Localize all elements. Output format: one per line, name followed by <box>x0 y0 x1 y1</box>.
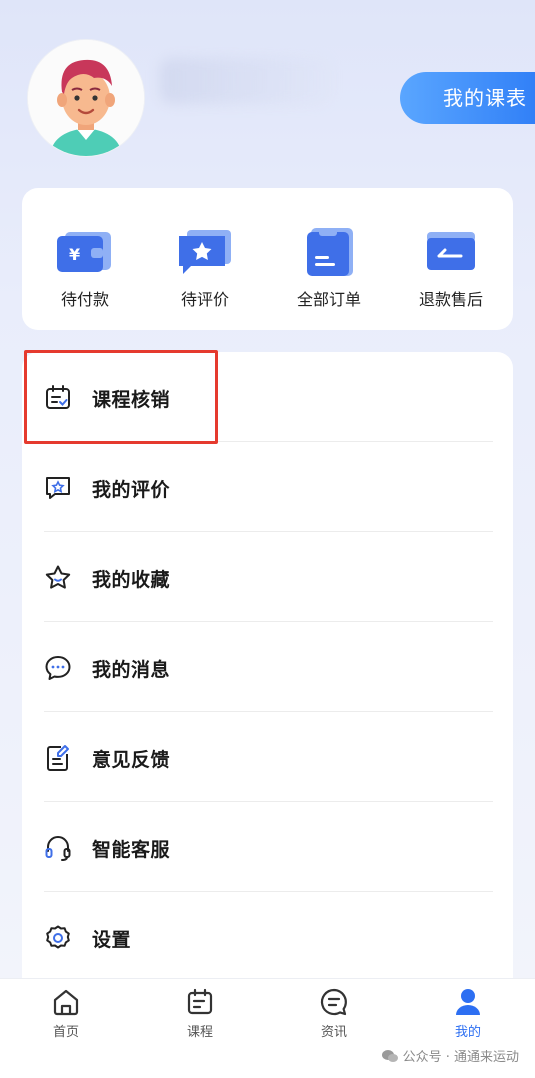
tab-mine[interactable]: 我的 <box>428 987 508 1040</box>
refund-card-icon <box>421 226 481 276</box>
menu-item-my-reviews[interactable]: 我的评价 <box>22 442 513 532</box>
menu-item-settings[interactable]: 设置 <box>22 892 513 982</box>
order-label: 待评价 <box>180 290 229 309</box>
username-obscured <box>160 58 330 104</box>
tab-home[interactable]: 首页 <box>26 987 106 1040</box>
menu-item-course-verify[interactable]: 课程核销 <box>22 352 513 442</box>
menu-item-messages[interactable]: 我的消息 <box>22 622 513 712</box>
user-icon <box>456 989 480 1015</box>
order-pending-payment[interactable]: ¥ 待付款 <box>24 188 146 330</box>
star-message-icon <box>44 474 72 502</box>
order-label: 全部订单 <box>296 290 361 309</box>
menu-item-favorites[interactable]: 我的收藏 <box>22 532 513 622</box>
avatar[interactable] <box>28 40 144 156</box>
menu-label: 我的收藏 <box>92 569 171 591</box>
clipboard-icon <box>299 226 359 276</box>
order-label: 退款售后 <box>418 290 483 309</box>
menu-label: 课程核销 <box>92 389 171 411</box>
gear-icon <box>44 924 72 952</box>
chat-dots-icon <box>44 654 72 682</box>
tab-news[interactable]: 资讯 <box>294 987 374 1040</box>
menu-item-customer-service[interactable]: 智能客服 <box>22 802 513 892</box>
order-card: ¥ 待付款 待评价 全部订单 退款售后 <box>22 188 513 330</box>
menu-label: 我的评价 <box>92 479 171 501</box>
tab-label: 首页 <box>52 1025 79 1040</box>
my-schedule-button[interactable]: 我的课表 <box>400 72 535 124</box>
star-icon <box>44 564 72 592</box>
menu-label: 我的消息 <box>92 659 171 681</box>
tab-label: 我的 <box>454 1025 481 1040</box>
news-chat-icon <box>320 988 347 1016</box>
tab-label: 资讯 <box>320 1025 347 1040</box>
svg-text:¥: ¥ <box>69 245 80 264</box>
watermark-text: 公众号 · 通通来运动 <box>402 1050 519 1065</box>
star-chat-icon <box>175 226 235 276</box>
tab-label: 课程 <box>186 1025 213 1040</box>
watermark: 公众号 · 通通来运动 <box>381 1046 519 1065</box>
order-refund[interactable]: 退款售后 <box>390 188 512 330</box>
order-all[interactable]: 全部订单 <box>268 188 390 330</box>
calendar-check-icon <box>44 384 72 412</box>
wallet-yen-icon: ¥ <box>55 226 115 276</box>
menu-item-feedback[interactable]: 意见反馈 <box>22 712 513 802</box>
menu-card: 课程核销 我的评价 我的收藏 我的消息 意见反馈 智能客服 设置 <box>22 352 513 980</box>
tab-courses[interactable]: 课程 <box>160 987 240 1040</box>
menu-label: 意见反馈 <box>92 749 171 771</box>
headset-icon <box>44 834 72 862</box>
menu-label: 设置 <box>92 929 132 951</box>
menu-label: 智能客服 <box>92 839 171 861</box>
home-icon <box>53 989 79 1016</box>
wechat-icon <box>381 1050 398 1062</box>
order-pending-review[interactable]: 待评价 <box>144 188 266 330</box>
order-label: 待付款 <box>60 290 109 309</box>
calendar-icon <box>187 988 213 1015</box>
edit-document-icon <box>44 744 72 772</box>
